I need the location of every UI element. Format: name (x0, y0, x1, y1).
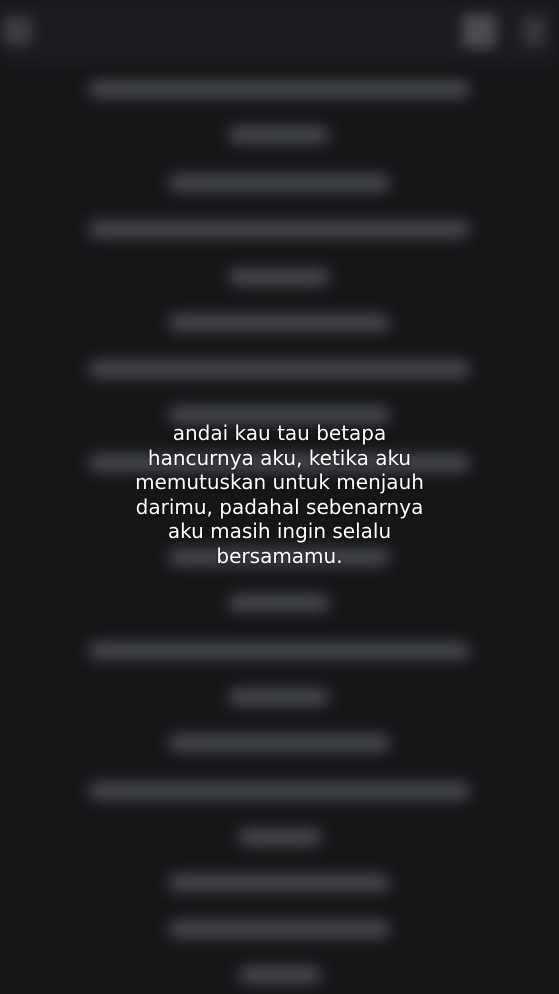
blurred-text-line (168, 734, 390, 752)
blurred-text-line (238, 828, 322, 846)
blurred-text-line (168, 874, 390, 892)
blurred-text-line (88, 360, 470, 378)
overlay-caption: andai kau tau betapa hancurnya aku, keti… (135, 421, 424, 568)
blurred-text-line (228, 688, 330, 706)
blurred-text-line (88, 782, 470, 800)
menu-icon[interactable] (2, 16, 32, 46)
blurred-text-line (228, 268, 330, 286)
top-bar (0, 0, 559, 64)
blurred-text-line (228, 594, 330, 612)
blurred-text-line (238, 966, 322, 984)
blurred-text-line (88, 80, 470, 98)
edit-icon[interactable] (462, 14, 496, 48)
blurred-text-line (88, 220, 470, 238)
blurred-text-line (88, 642, 470, 660)
blurred-text-line (168, 920, 390, 938)
more-options-icon[interactable] (522, 16, 546, 46)
screen: andai kau tau betapa hancurnya aku, keti… (0, 0, 559, 994)
blurred-text-line (228, 126, 330, 144)
blurred-text-line (168, 174, 390, 192)
blurred-text-line (168, 314, 390, 332)
